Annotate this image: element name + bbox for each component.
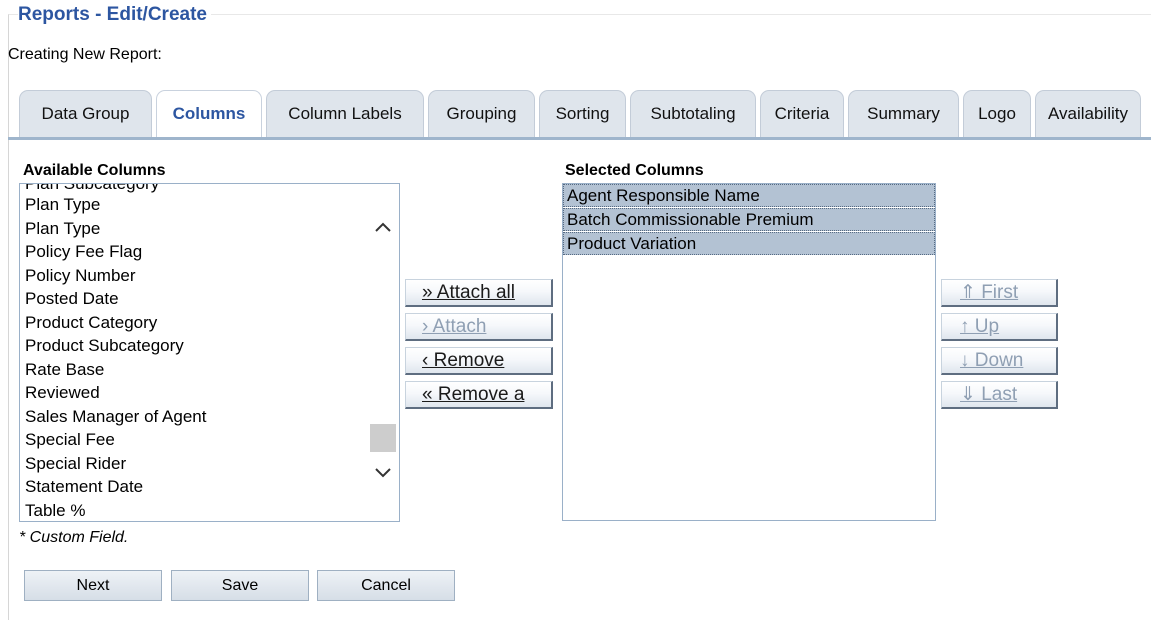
list-item[interactable]: Table % [25, 499, 365, 522]
tab-sorting[interactable]: Sorting [539, 90, 626, 137]
list-item[interactable]: Plan Subcategory [25, 184, 365, 193]
move-down-button[interactable]: ↓ Down [941, 347, 1058, 375]
cancel-button[interactable]: Cancel [317, 570, 455, 601]
list-item[interactable]: Sales Manager of Agent [25, 405, 365, 429]
tab-bar: Data Group Columns Column Labels Groupin… [19, 90, 1145, 138]
selected-list-item[interactable]: Agent Responsible Name [563, 184, 935, 207]
tab-summary[interactable]: Summary [848, 90, 959, 137]
list-item[interactable]: Reviewed [25, 381, 365, 405]
selected-columns-label: Selected Columns [565, 162, 704, 179]
list-item[interactable]: Posted Date [25, 287, 365, 311]
list-item[interactable]: Product Subcategory [25, 334, 365, 358]
list-item[interactable]: Policy Fee Flag [25, 240, 365, 264]
attach-button[interactable]: › Attach [405, 313, 553, 341]
remove-all-button[interactable]: « Remove a [405, 381, 553, 409]
list-item[interactable]: Plan Type [25, 193, 365, 217]
next-button[interactable]: Next [24, 570, 162, 601]
available-columns-list: Plan Subcategory Plan Type Plan Type Pol… [25, 184, 365, 522]
tab-availability[interactable]: Availability [1035, 90, 1141, 137]
list-item[interactable]: Product Category [25, 311, 365, 335]
tab-panel-rule [8, 137, 1151, 140]
remove-button[interactable]: ‹ Remove [405, 347, 553, 375]
chevron-up-icon [375, 222, 391, 232]
chevron-down-icon [375, 468, 391, 478]
tab-column-labels[interactable]: Column Labels [266, 90, 424, 137]
list-item[interactable]: Plan Type [25, 217, 365, 241]
selected-columns-listbox[interactable]: Agent Responsible Name Batch Commissiona… [562, 183, 936, 521]
tab-criteria[interactable]: Criteria [760, 90, 844, 137]
tab-columns[interactable]: Columns [156, 90, 262, 137]
save-button[interactable]: Save [171, 570, 309, 601]
list-item[interactable]: Rate Base [25, 358, 365, 382]
available-columns-listbox[interactable]: Plan Subcategory Plan Type Plan Type Pol… [19, 183, 400, 522]
tab-subtotaling[interactable]: Subtotaling [630, 90, 756, 137]
list-item[interactable]: Special Fee [25, 428, 365, 452]
move-last-button[interactable]: ⇓ Last [941, 381, 1058, 409]
list-item[interactable]: Special Rider [25, 452, 365, 476]
available-columns-label: Available Columns [23, 162, 166, 179]
page-subtitle: Creating New Report: [8, 46, 162, 63]
tab-logo[interactable]: Logo [963, 90, 1031, 137]
scroll-thumb[interactable] [370, 424, 396, 452]
tab-grouping[interactable]: Grouping [428, 90, 535, 137]
tab-data-group[interactable]: Data Group [19, 90, 152, 137]
custom-field-footnote: * Custom Field. [19, 529, 129, 546]
vertical-scrollbar[interactable] [367, 184, 399, 521]
selected-list-item[interactable]: Product Variation [563, 232, 935, 255]
scroll-down-button[interactable] [367, 458, 399, 488]
scroll-up-button[interactable] [367, 212, 399, 242]
list-item[interactable]: Policy Number [25, 264, 365, 288]
page-title: Reports - Edit/Create [18, 4, 211, 26]
selected-list-item[interactable]: Batch Commissionable Premium [563, 208, 935, 231]
move-first-button[interactable]: ⇑ First [941, 279, 1058, 307]
selected-columns-list: Agent Responsible Name Batch Commissiona… [563, 184, 935, 255]
attach-all-button[interactable]: » Attach all [405, 279, 553, 307]
move-up-button[interactable]: ↑ Up [941, 313, 1058, 341]
list-item[interactable]: Statement Date [25, 475, 365, 499]
